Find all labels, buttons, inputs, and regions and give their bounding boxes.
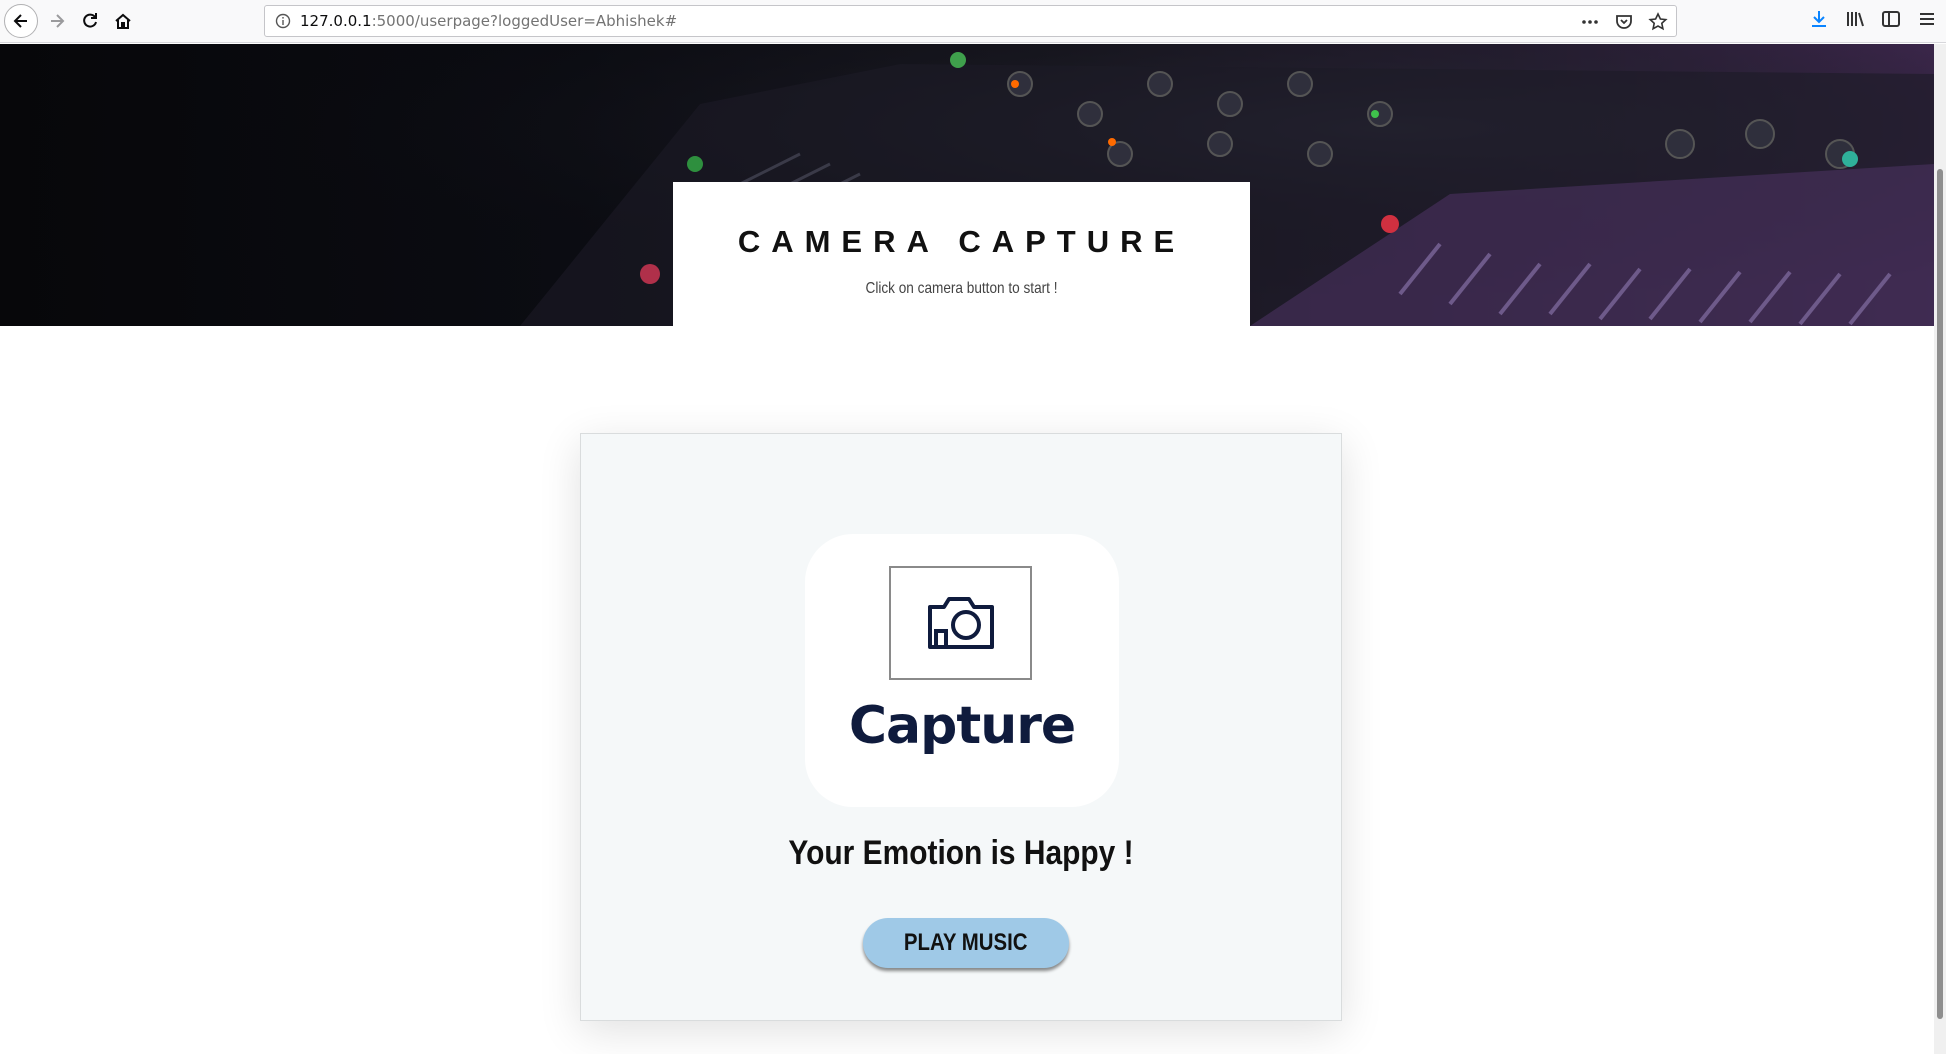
more-icon[interactable] [1580,12,1600,32]
page-title: CAMERA CAPTURE [737,224,1186,259]
sidebar-icon[interactable] [1880,8,1902,30]
hero-banner: CAMERA CAPTURE Click on camera button to… [0,44,1934,326]
back-button[interactable] [4,4,38,38]
home-button[interactable] [106,4,140,38]
pocket-icon[interactable] [1614,12,1634,32]
info-icon[interactable] [275,13,291,29]
page-subtitle: Click on camera button to start ! [865,280,1058,297]
camera-capture-button[interactable]: Capture [805,534,1119,807]
reload-button[interactable] [73,4,107,38]
url-host: 127.0.0.1 [300,12,372,30]
url-text: 127.0.0.1:5000/userpage?loggedUser=Abhis… [300,6,677,36]
capture-label: Capture [848,696,1076,756]
play-music-label: PLAY MUSIC [904,929,1028,956]
reload-icon [83,13,97,28]
address-bar[interactable]: 127.0.0.1:5000/userpage?loggedUser=Abhis… [264,5,1677,37]
camera-icon [927,597,994,649]
play-music-button[interactable]: PLAY MUSIC [863,918,1069,968]
url-path: :5000/userpage?loggedUser=Abhishek# [371,12,678,30]
library-icon[interactable] [1844,8,1866,30]
menu-icon[interactable] [1916,8,1938,30]
vertical-scrollbar[interactable] [1934,44,1946,1054]
scrollbar-thumb[interactable] [1937,169,1943,1019]
emotion-result: Your Emotion is Happy ! [788,834,1134,872]
title-box: CAMERA CAPTURE Click on camera button to… [673,182,1250,326]
back-icon [13,14,27,28]
forward-icon [51,14,65,28]
download-icon[interactable] [1808,8,1830,30]
capture-card: Capture Your Emotion is Happy ! PLAY MUS… [580,433,1342,1021]
home-icon [115,13,131,29]
page-content: CAMERA CAPTURE Click on camera button to… [0,44,1934,1054]
bookmark-star-icon[interactable] [1648,12,1668,32]
camera-frame [889,566,1032,680]
forward-button[interactable] [40,4,74,38]
browser-toolbar: 127.0.0.1:5000/userpage?loggedUser=Abhis… [0,0,1946,43]
